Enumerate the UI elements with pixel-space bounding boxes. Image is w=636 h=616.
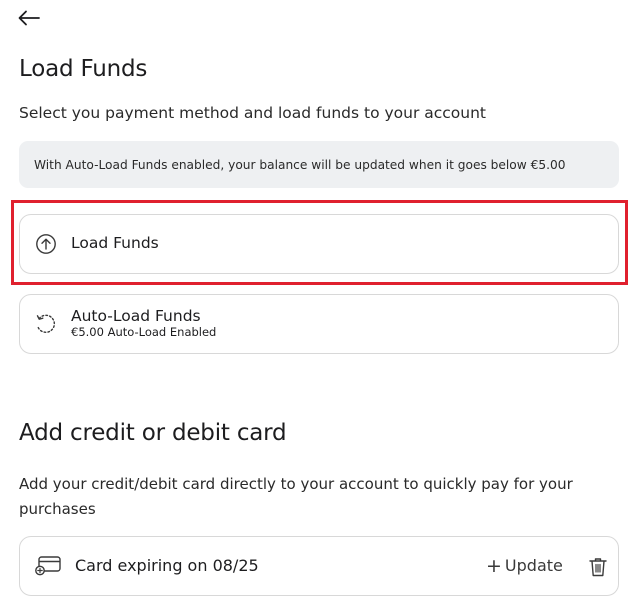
auto-load-status-text: €5.00 Auto-Load Enabled — [71, 325, 217, 339]
auto-load-funds-option[interactable]: Auto-Load Funds €5.00 Auto-Load Enabled — [19, 294, 619, 354]
load-funds-option-label: Load Funds — [71, 234, 159, 252]
back-button[interactable] — [17, 6, 41, 30]
update-card-label: Update — [504, 556, 563, 575]
page-subtitle: Select you payment method and load funds… — [19, 104, 487, 122]
saved-card-row: Card expiring on 08/25 + Update — [19, 536, 619, 596]
auto-load-funds-option-label: Auto-Load Funds — [71, 307, 201, 325]
auto-load-info-text: With Auto-Load Funds enabled, your balan… — [34, 157, 566, 172]
plus-icon: + — [486, 554, 502, 577]
arrow-up-circle-icon — [34, 232, 58, 256]
trash-icon — [589, 558, 607, 577]
auto-load-info-box: With Auto-Load Funds enabled, your balan… — [19, 141, 619, 188]
card-section-title: Add credit or debit card — [19, 420, 287, 446]
page-title: Load Funds — [19, 56, 148, 82]
delete-card-button[interactable] — [586, 555, 610, 579]
load-funds-option[interactable]: Load Funds — [19, 214, 619, 274]
credit-card-icon — [35, 556, 61, 576]
card-expiry-label: Card expiring on 08/25 — [75, 556, 259, 575]
arrow-left-icon — [18, 10, 40, 26]
update-card-button[interactable]: + Update — [486, 556, 563, 575]
refresh-icon — [34, 312, 58, 336]
card-section-description: Add your credit/debit card directly to y… — [19, 475, 573, 518]
